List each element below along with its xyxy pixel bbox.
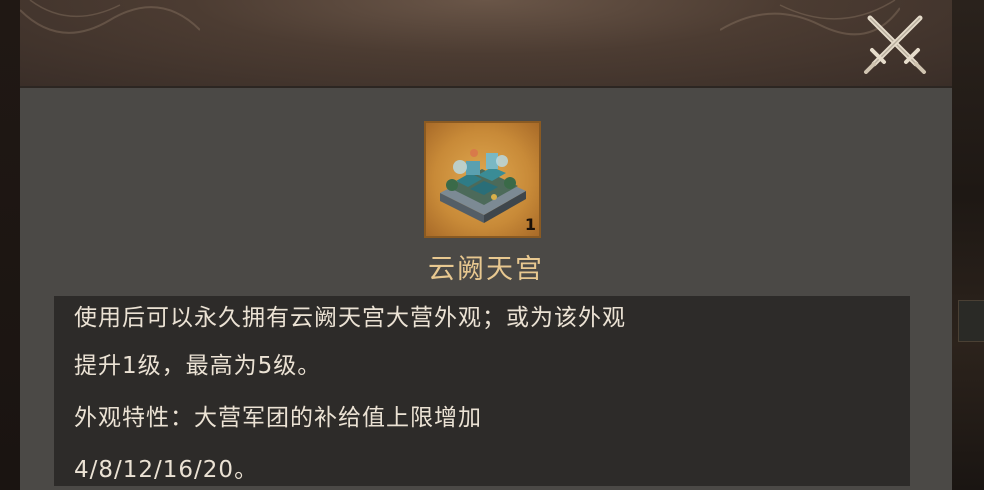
item-name: 云阙天宫 (428, 254, 544, 285)
description-line: 4/8/12/16/20。 (74, 457, 259, 483)
description-box: 使用后可以永久拥有云阙天宫大营外观；或为该外观 提升1级，最高为5级。 外观特性… (54, 296, 910, 486)
description-line: 外观特性：大营军团的补给值上限增加 (74, 405, 482, 431)
close-button[interactable] (862, 12, 928, 74)
item-count: 1 (524, 215, 536, 234)
background-left-edge (0, 0, 20, 490)
screen: 1 云阙天宫 使用后可以永久拥有云阙天宫大营外观；或为该外观 提升1级，最高为5… (0, 0, 984, 490)
background-slot (958, 300, 984, 342)
dialog-header (20, 0, 952, 88)
item-icon-slot[interactable]: 1 (424, 121, 541, 238)
item-detail-dialog: 1 云阙天宫 使用后可以永久拥有云阙天宫大营外观；或为该外观 提升1级，最高为5… (20, 0, 952, 490)
crossed-swords-icon (864, 15, 926, 74)
header-ornament-left (20, 0, 200, 34)
palace-camp-icon (440, 149, 526, 223)
background-right-edge (952, 0, 984, 490)
description-line: 提升1级，最高为5级。 (74, 353, 322, 379)
description-line: 使用后可以永久拥有云阙天宫大营外观；或为该外观 (74, 305, 626, 331)
